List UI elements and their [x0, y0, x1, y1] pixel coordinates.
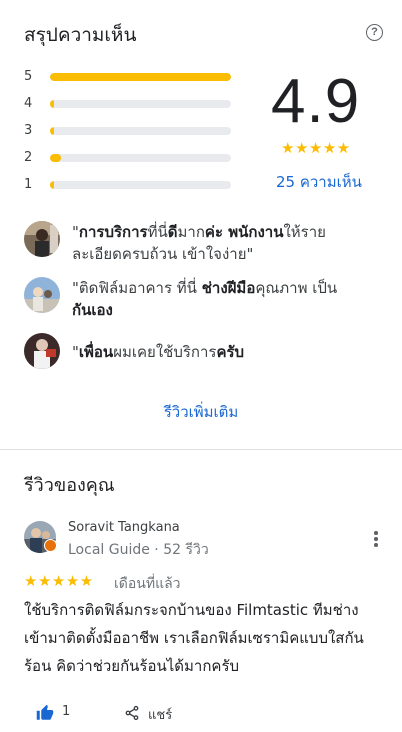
summary-title: สรุปความเห็น [24, 24, 137, 46]
average-rating: 4.9 [271, 67, 361, 136]
rating-bar-fill [50, 73, 231, 81]
rating-bar-2: 2 [24, 151, 234, 165]
rating-bar-label: 2 [24, 150, 33, 165]
rating-bar-4: 4 [24, 97, 234, 111]
snippet-text: "เพื่อนผมเคยใช้บริการครับ [72, 343, 245, 361]
section-divider [0, 449, 402, 450]
avatar [24, 221, 60, 257]
local-guide-badge-icon [44, 539, 57, 552]
review-date: เดือนที่แล้ว [114, 576, 181, 592]
rating-bar-track [50, 154, 231, 162]
your-reviews-title: รีวิวของคุณ [24, 475, 115, 496]
rating-bar-3: 3 [24, 124, 234, 138]
snippet-text: "การบริการที่นี่ดีมากค่ะ พนักงานให้รายละ… [72, 223, 326, 263]
share-icon [125, 705, 139, 721]
avatar [24, 333, 60, 369]
rating-bar-fill [50, 181, 54, 189]
avatar [24, 277, 60, 313]
thumbs-up-icon [36, 704, 54, 720]
review-stars: ★★★★★ [24, 572, 94, 590]
average-stars: ★★★★★ [281, 139, 351, 157]
rating-bar-label: 1 [24, 177, 33, 192]
help-icon[interactable]: ? [366, 24, 383, 41]
review-body: ใช้บริการติดฟิล์มกระจกบ้านของ Filmtastic… [24, 601, 364, 675]
rating-bar-fill [50, 100, 54, 108]
rating-bar-fill [50, 154, 61, 162]
snippet-text: "ติดฟิล์มอาคาร ที่นี่ ช่างฝีมือคุณภาพ เป… [72, 279, 338, 319]
rating-bar-label: 5 [24, 69, 33, 84]
share-label: แชร์ [148, 708, 173, 723]
more-reviews-link[interactable]: รีวิวเพิ่มเติม [0, 400, 402, 424]
rating-bar-track [50, 73, 231, 81]
review-count-link[interactable]: 25 ความเห็น [276, 170, 362, 194]
rating-bar-track [50, 127, 231, 135]
reviewer-name[interactable]: Soravit Tangkana [68, 520, 180, 535]
rating-bar-fill [50, 127, 54, 135]
reviewer-meta: Local Guide · 52 รีวิว [68, 542, 209, 558]
rating-bar-label: 4 [24, 96, 33, 111]
more-options-icon[interactable] [366, 528, 386, 550]
like-count: 1 [62, 704, 71, 719]
rating-bar-1: 1 [24, 178, 234, 192]
rating-bar-5: 5 [24, 70, 234, 84]
rating-bar-label: 3 [24, 123, 33, 138]
rating-bar-track [50, 100, 231, 108]
rating-bar-track [50, 181, 231, 189]
